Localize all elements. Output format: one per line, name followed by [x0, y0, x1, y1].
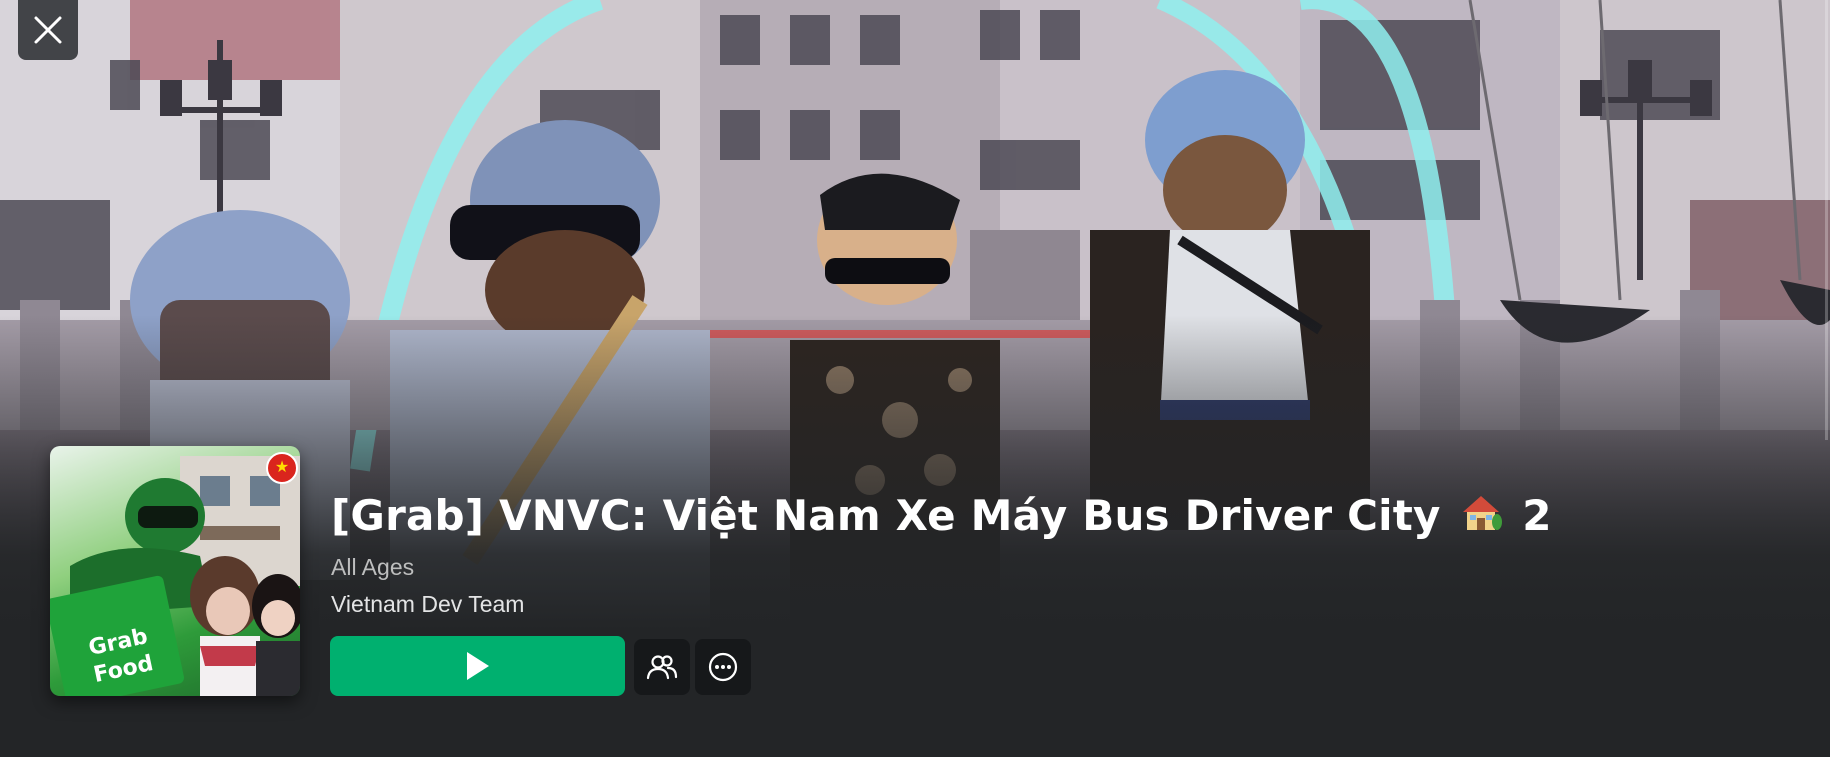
more-options-icon	[708, 652, 738, 682]
creator-link[interactable]: Vietnam Dev Team	[331, 591, 524, 618]
play-button[interactable]	[330, 636, 625, 696]
close-button[interactable]	[18, 0, 78, 60]
flag-star: ★	[274, 459, 290, 476]
scrollbar[interactable]	[1825, 0, 1828, 440]
more-options-button[interactable]	[695, 639, 751, 695]
game-title-suffix: 2	[1522, 491, 1552, 540]
close-icon	[34, 16, 62, 44]
age-rating: All Ages	[331, 554, 415, 580]
play-with-friends-button[interactable]	[634, 639, 690, 695]
game-details-page: Grab Food ★ [Grab] VNVC: Việt Nam Xe Máy…	[0, 0, 1830, 757]
thumbnail-art: Grab Food	[50, 456, 300, 696]
game-title: [Grab] VNVC: Việt Nam Xe Máy Bus Driver …	[331, 490, 1552, 544]
house-emoji-icon	[1459, 490, 1503, 544]
vietnam-flag-icon: ★	[266, 452, 298, 484]
game-thumbnail: Grab Food ★	[50, 446, 300, 696]
friends-icon	[646, 655, 678, 680]
game-title-text: [Grab] VNVC: Việt Nam Xe Máy Bus Driver …	[331, 491, 1441, 540]
play-icon	[466, 652, 489, 680]
